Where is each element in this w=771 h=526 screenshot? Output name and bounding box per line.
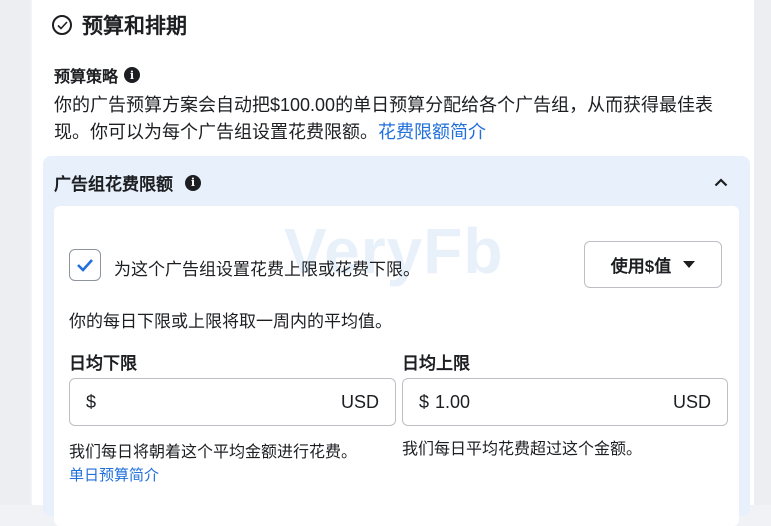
daily-min-input[interactable]: $ USD: [69, 378, 396, 426]
left-gutter: [0, 0, 30, 505]
spend-cap-body: VeryFb 为这个广告组设置花费上限或花费下限。 使用$值 你的每日下限或上限…: [54, 206, 739, 526]
check-circle-icon: [52, 15, 72, 35]
daily-max-prefix: $: [419, 391, 430, 412]
daily-min-currency: USD: [340, 391, 379, 412]
spend-cap-checkbox-label[interactable]: 为这个广告组设置花费上限或花费下限。: [114, 255, 420, 280]
budget-strategy-row: 预算策略 i: [54, 63, 141, 87]
daily-max-currency: USD: [672, 391, 711, 412]
caret-down-icon: [683, 261, 696, 268]
spend-cap-panel: 广告组花费限额 i VeryFb 为这个广告组设置花费上限或花费下限。 使用$值…: [43, 156, 750, 526]
value-type-dropdown[interactable]: 使用$值: [584, 241, 722, 288]
spend-cap-checkbox[interactable]: [69, 249, 101, 281]
daily-max-label: 日均上限: [402, 354, 470, 373]
daily-max-helper: 我们每日平均花费超过这个金额。: [402, 441, 643, 458]
daily-budget-info-link[interactable]: 单日预算简介: [69, 464, 159, 485]
daily-min-helper: 我们每日将朝着这个平均金额进行花费。: [69, 444, 358, 461]
spend-cap-title: 广告组花费限额: [54, 175, 173, 194]
budget-strategy-label: 预算策略: [54, 69, 119, 86]
budget-card: 预算和排期 预算策略 i 你的广告预算方案会自动把$100.00的单日预算分配给…: [32, 0, 754, 526]
daily-max-input[interactable]: $1.00 USD: [402, 378, 728, 426]
spend-cap-header[interactable]: 广告组花费限额 i: [54, 170, 201, 195]
chevron-up-icon[interactable]: [714, 174, 728, 192]
value-type-dropdown-label: 使用$值: [610, 257, 672, 276]
daily-max-value: 1.00: [435, 391, 471, 412]
info-icon[interactable]: i: [124, 67, 141, 83]
screen: 预算和排期 预算策略 i 你的广告预算方案会自动把$100.00的单日预算分配给…: [0, 0, 771, 526]
spend-cap-info-link[interactable]: 花费限额简介: [378, 122, 486, 142]
right-gutter: [753, 0, 771, 505]
daily-min-label: 日均下限: [69, 354, 137, 373]
section-header: 预算和排期: [52, 10, 187, 40]
budget-strategy-description: 你的广告预算方案会自动把$100.00的单日预算分配给各个广告组，从而获得最佳表…: [54, 92, 744, 146]
spend-cap-note: 你的每日下限或上限将取一周内的平均值。: [69, 312, 392, 331]
daily-min-prefix: $: [86, 391, 97, 412]
section-title: 预算和排期: [82, 15, 187, 38]
info-icon[interactable]: i: [185, 174, 201, 191]
